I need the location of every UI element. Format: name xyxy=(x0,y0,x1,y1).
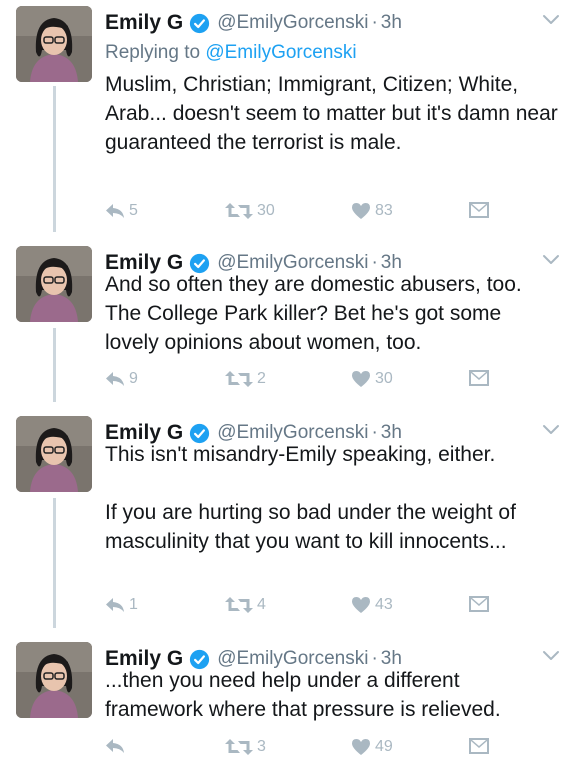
reply-count: 1 xyxy=(129,596,138,613)
chevron-down-icon[interactable] xyxy=(542,14,560,26)
envelope-icon xyxy=(469,738,489,754)
retweet-icon xyxy=(225,597,253,613)
chevron-down-icon[interactable] xyxy=(542,424,560,436)
tweet-paragraph: ...then you need help under a different … xyxy=(105,669,501,721)
retweet-icon xyxy=(225,203,253,219)
chevron-down-icon[interactable] xyxy=(542,650,560,662)
retweet-button[interactable]: 3 xyxy=(225,738,266,756)
verified-badge-icon xyxy=(190,13,210,33)
chevron-down-icon[interactable] xyxy=(542,254,560,266)
tweet-text: This isn't misandry-Emily speaking, eith… xyxy=(105,440,560,556)
reply-button[interactable]: 5 xyxy=(105,202,138,220)
tweet-header: Emily G @EmilyGorcenski · 3h xyxy=(105,6,402,40)
reply-button[interactable]: 1 xyxy=(105,596,138,614)
direct-message-button[interactable] xyxy=(469,370,489,386)
tweet-text: Muslim, Christian; Immigrant, Citizen; W… xyxy=(105,70,560,157)
like-button[interactable]: 49 xyxy=(351,738,393,756)
like-count: 49 xyxy=(375,738,393,755)
envelope-icon xyxy=(469,202,489,218)
reply-icon xyxy=(106,598,124,612)
avatar[interactable] xyxy=(16,6,92,82)
tweet-actions: 5 30 83 xyxy=(105,202,505,228)
replying-to-handle[interactable]: @EmilyGorcenski xyxy=(205,42,356,63)
replying-to-label: Replying to xyxy=(105,42,201,63)
tweet-actions: 3 49 xyxy=(105,738,505,764)
reply-button[interactable] xyxy=(105,738,129,754)
like-button[interactable]: 43 xyxy=(351,596,393,614)
tweet-paragraph: And so often they are domestic abusers, … xyxy=(105,273,522,354)
reply-icon xyxy=(106,372,124,386)
tweet-paragraph: If you are hurting so bad under the weig… xyxy=(105,501,516,553)
like-count: 43 xyxy=(375,596,393,613)
tweet[interactable]: Emily G @EmilyGorcenski · 3h Replying to… xyxy=(0,6,576,230)
like-count: 30 xyxy=(375,370,393,387)
separator-dot: · xyxy=(371,12,378,33)
reply-button[interactable]: 9 xyxy=(105,370,138,388)
retweet-button[interactable]: 4 xyxy=(225,596,266,614)
direct-message-button[interactable] xyxy=(469,596,489,612)
like-button[interactable]: 83 xyxy=(351,202,393,220)
retweet-count: 30 xyxy=(257,202,275,219)
tweet[interactable]: Emily G @EmilyGorcenski · 3h ...then you… xyxy=(0,642,576,766)
heart-icon xyxy=(352,371,370,387)
replying-to: Replying to @EmilyGorcenski xyxy=(105,42,357,64)
retweet-button[interactable]: 2 xyxy=(225,370,266,388)
retweet-icon xyxy=(225,739,253,755)
tweet-actions: 1 4 43 xyxy=(105,596,505,622)
retweet-count: 4 xyxy=(257,596,266,613)
like-count: 83 xyxy=(375,202,393,219)
retweet-icon xyxy=(225,371,253,387)
timestamp[interactable]: 3h xyxy=(381,12,402,34)
like-button[interactable]: 30 xyxy=(351,370,393,388)
avatar[interactable] xyxy=(16,642,92,718)
username[interactable]: @EmilyGorcenski xyxy=(217,12,368,34)
tweet-actions: 9 2 30 xyxy=(105,370,505,396)
tweet[interactable]: Emily G @EmilyGorcenski · 3h This isn't … xyxy=(0,416,576,626)
direct-message-button[interactable] xyxy=(469,738,489,754)
retweet-count: 2 xyxy=(257,370,266,387)
display-name[interactable]: Emily G xyxy=(105,11,183,35)
avatar[interactable] xyxy=(16,416,92,492)
direct-message-button[interactable] xyxy=(469,202,489,218)
avatar[interactable] xyxy=(16,246,92,322)
tweet-paragraph: This isn't misandry-Emily speaking, eith… xyxy=(105,443,496,466)
reply-count: 9 xyxy=(129,370,138,387)
tweet[interactable]: Emily G @EmilyGorcenski · 3h And so ofte… xyxy=(0,246,576,396)
retweet-button[interactable]: 30 xyxy=(225,202,275,220)
reply-count: 5 xyxy=(129,202,138,219)
envelope-icon xyxy=(469,370,489,386)
retweet-count: 3 xyxy=(257,738,266,755)
tweet-text: ...then you need help under a different … xyxy=(105,666,560,724)
heart-icon xyxy=(352,597,370,613)
envelope-icon xyxy=(469,596,489,612)
reply-icon xyxy=(106,204,124,218)
tweet-text: And so often they are domestic abusers, … xyxy=(105,270,560,357)
heart-icon xyxy=(352,203,370,219)
heart-icon xyxy=(352,739,370,755)
reply-icon xyxy=(106,739,124,753)
tweet-paragraph: Muslim, Christian; Immigrant, Citizen; W… xyxy=(105,73,558,154)
